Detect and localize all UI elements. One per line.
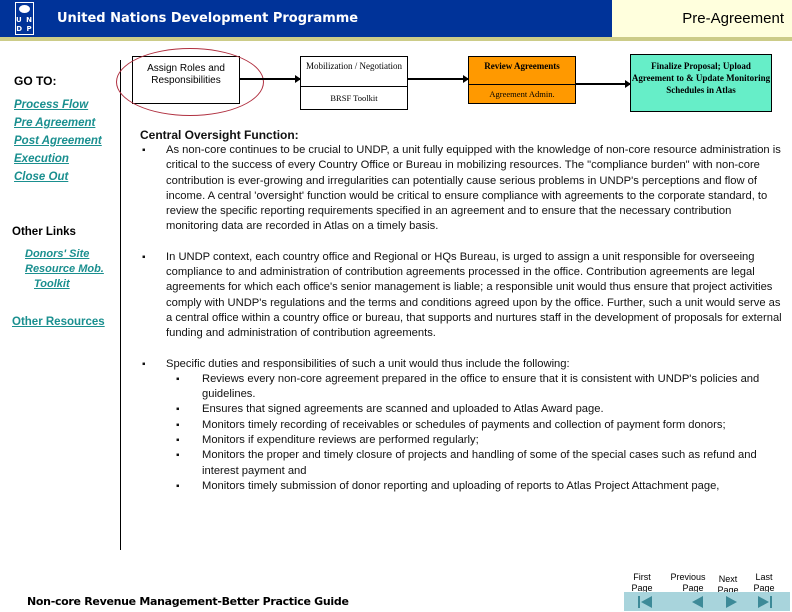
duty-item: ▪ Monitors the proper and timely closure… xyxy=(140,448,785,479)
next-page-button[interactable] xyxy=(718,594,748,610)
bullet-icon: ▪ xyxy=(142,358,146,370)
last-page-icon xyxy=(770,596,772,608)
other-links-label: Other Links xyxy=(12,226,76,238)
logo-letters: U N D P xyxy=(16,16,33,33)
duty-text: Reviews every non-core agreement prepare… xyxy=(202,372,760,401)
label-line: Next xyxy=(718,574,738,584)
nav-link-execution[interactable]: Execution xyxy=(14,153,69,165)
paragraph-text: In UNDP context, each country office and… xyxy=(166,250,782,340)
nav-link-close-out[interactable]: Close Out xyxy=(14,171,68,183)
review-agreements-label: Review Agreements xyxy=(469,57,575,85)
first-page-icon xyxy=(638,596,640,608)
bullet-icon: ▪ xyxy=(142,251,146,263)
last-page-label: Last Page xyxy=(744,572,784,594)
duty-item: ▪ Monitors if expenditure reviews are pe… xyxy=(140,433,785,448)
link-other-resources[interactable]: Other Resources xyxy=(12,316,105,328)
paragraph-text: As non-core continues to be crucial to U… xyxy=(166,144,781,233)
nav-link-process-flow[interactable]: Process Flow xyxy=(14,99,88,111)
page-title: Pre-Agreement xyxy=(682,10,784,27)
current-step-highlight xyxy=(116,48,264,116)
previous-page-label: Previous Page xyxy=(668,572,708,594)
bullet-icon: ▪ xyxy=(176,404,180,416)
nav-link-post-agreement[interactable]: Post Agreement xyxy=(14,135,102,147)
next-page-icon xyxy=(726,596,737,608)
label-line: Previous xyxy=(670,572,706,582)
duty-item: ▪ Ensures that signed agreements are sca… xyxy=(140,402,785,417)
header-divider xyxy=(0,37,792,41)
first-page-arrow-icon xyxy=(641,596,652,608)
duty-item: ▪ Monitors timely submission of donor re… xyxy=(140,479,785,494)
bullet-icon: ▪ xyxy=(176,450,180,462)
paragraph: ▪ As non-core continues to be crucial to… xyxy=(140,143,785,235)
brsf-toolkit-label[interactable]: BRSF Toolkit xyxy=(301,87,407,109)
last-page-arrow-icon xyxy=(758,596,769,608)
flow-step-finalize-proposal[interactable]: Finalize Proposal; Upload Agreement to &… xyxy=(630,54,772,112)
duty-item: ▪ Reviews every non-core agreement prepa… xyxy=(140,372,785,403)
duty-text: Monitors if expenditure reviews are perf… xyxy=(202,434,479,447)
section-heading: Central Oversight Function: xyxy=(140,128,299,142)
agreement-admin-label[interactable]: Agreement Admin. xyxy=(469,85,575,103)
paragraph-text: Specific duties and responsibilities of … xyxy=(166,357,570,370)
last-page-button[interactable] xyxy=(752,594,782,610)
duty-item: ▪ Monitors timely recording of receivabl… xyxy=(140,418,785,433)
duty-text: Monitors the proper and timely closure o… xyxy=(202,449,757,477)
bullet-icon: ▪ xyxy=(176,419,180,431)
goto-label: GO TO: xyxy=(14,74,57,88)
flow-step-review-agreements[interactable]: Review Agreements Agreement Admin. xyxy=(468,56,576,104)
bullet-icon: ▪ xyxy=(176,435,180,447)
organization-name: United Nations Development Programme xyxy=(57,11,359,26)
flow-step-mobilization[interactable]: Mobilization / Negotiation BRSF Toolkit xyxy=(300,56,408,110)
mobilization-label: Mobilization / Negotiation xyxy=(301,57,407,87)
flow-arrow xyxy=(240,75,301,83)
duty-text: Monitors timely submission of donor repo… xyxy=(202,479,720,492)
link-toolkit[interactable]: Toolkit xyxy=(34,277,70,291)
flow-arrow xyxy=(408,75,469,83)
bullet-icon: ▪ xyxy=(176,373,180,385)
page-title-tab: Pre-Agreement xyxy=(612,0,792,37)
bullet-icon: ▪ xyxy=(176,480,180,492)
bullet-icon: ▪ xyxy=(142,145,146,156)
paragraph: ▪ In UNDP context, each country office a… xyxy=(140,250,785,342)
sidebar-divider xyxy=(120,60,121,550)
previous-page-button[interactable] xyxy=(680,594,710,610)
un-emblem-icon xyxy=(19,5,30,13)
main-content: Central Oversight Function: ▪ As non-cor… xyxy=(140,128,785,494)
header-bar: U N D P United Nations Development Progr… xyxy=(0,0,792,37)
previous-page-icon xyxy=(692,596,703,608)
undp-logo: U N D P xyxy=(15,2,34,35)
footer-title: Non-core Revenue Management-Better Pract… xyxy=(27,595,349,608)
duty-text: Ensures that signed agreements are scann… xyxy=(202,403,604,416)
first-page-label: First Page xyxy=(622,572,662,594)
flow-arrow xyxy=(576,80,631,88)
label-line: First xyxy=(633,572,651,582)
link-donors-site[interactable]: Donors' Site xyxy=(25,247,89,261)
link-resource-mob[interactable]: Resource Mob. xyxy=(25,262,104,276)
label-line: Last xyxy=(755,572,773,582)
duty-text: Monitors timely recording of receivables… xyxy=(202,418,726,431)
first-page-button[interactable] xyxy=(636,594,666,610)
nav-link-pre-agreement[interactable]: Pre Agreement xyxy=(14,117,95,129)
paragraph: ▪ Specific duties and responsibilities o… xyxy=(140,357,785,372)
